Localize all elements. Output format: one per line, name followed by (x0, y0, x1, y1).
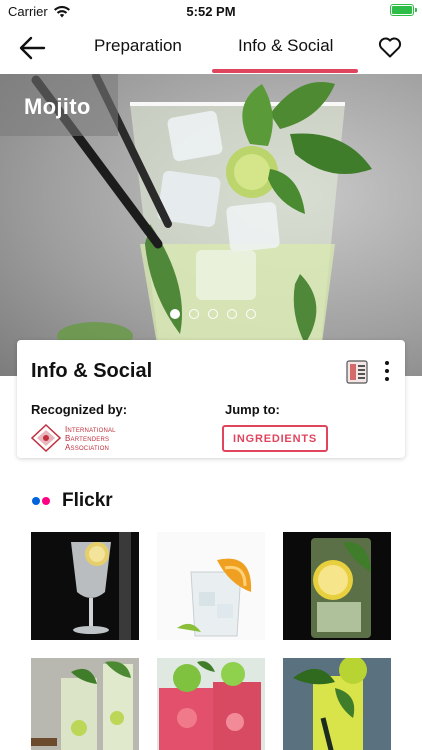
flickr-photo[interactable] (283, 658, 391, 750)
hero-image-carousel[interactable]: Mojito (0, 74, 422, 376)
flickr-photo[interactable] (157, 532, 265, 640)
flickr-logo-icon (32, 497, 50, 505)
flickr-title: Flickr (62, 490, 113, 511)
status-time: 5:52 PM (186, 4, 236, 19)
flickr-header: Flickr (32, 490, 113, 512)
back-arrow-icon[interactable] (18, 35, 46, 61)
card-title: Info & Social (31, 360, 153, 382)
flickr-photo[interactable] (31, 658, 139, 750)
heart-icon[interactable] (378, 36, 402, 58)
carousel-dot[interactable] (227, 309, 237, 319)
carousel-dot[interactable] (189, 309, 199, 319)
more-vertical-icon[interactable] (383, 359, 391, 383)
active-tab-indicator (212, 69, 358, 73)
tab-preparation[interactable]: Preparation (94, 36, 182, 56)
flickr-photo[interactable] (31, 532, 139, 640)
status-bar: Carrier 5:52 PM (0, 0, 422, 22)
hero-title: Mojito (24, 94, 91, 119)
drink-menu-icon[interactable] (346, 360, 368, 384)
flickr-photo[interactable] (283, 532, 391, 640)
tab-info-social[interactable]: Info & Social (238, 36, 333, 56)
flickr-photo[interactable] (157, 658, 265, 750)
info-social-card: Info & Social Recognized by: Jump to: In… (17, 340, 405, 458)
ingredients-button[interactable]: INGREDIENTS (222, 425, 328, 452)
carousel-dot[interactable] (246, 309, 256, 319)
battery-icon (390, 4, 417, 16)
iba-logo-icon (31, 424, 61, 452)
tab-navigation: Preparation Info & Social (0, 22, 422, 74)
carousel-dot[interactable] (170, 309, 180, 319)
carousel-dot[interactable] (208, 309, 218, 319)
iba-logo[interactable]: International Bartenders Association (31, 424, 116, 452)
carousel-dots[interactable] (170, 309, 256, 319)
recognized-by-label: Recognized by: (31, 402, 128, 417)
jump-to-label: Jump to: (225, 402, 280, 417)
